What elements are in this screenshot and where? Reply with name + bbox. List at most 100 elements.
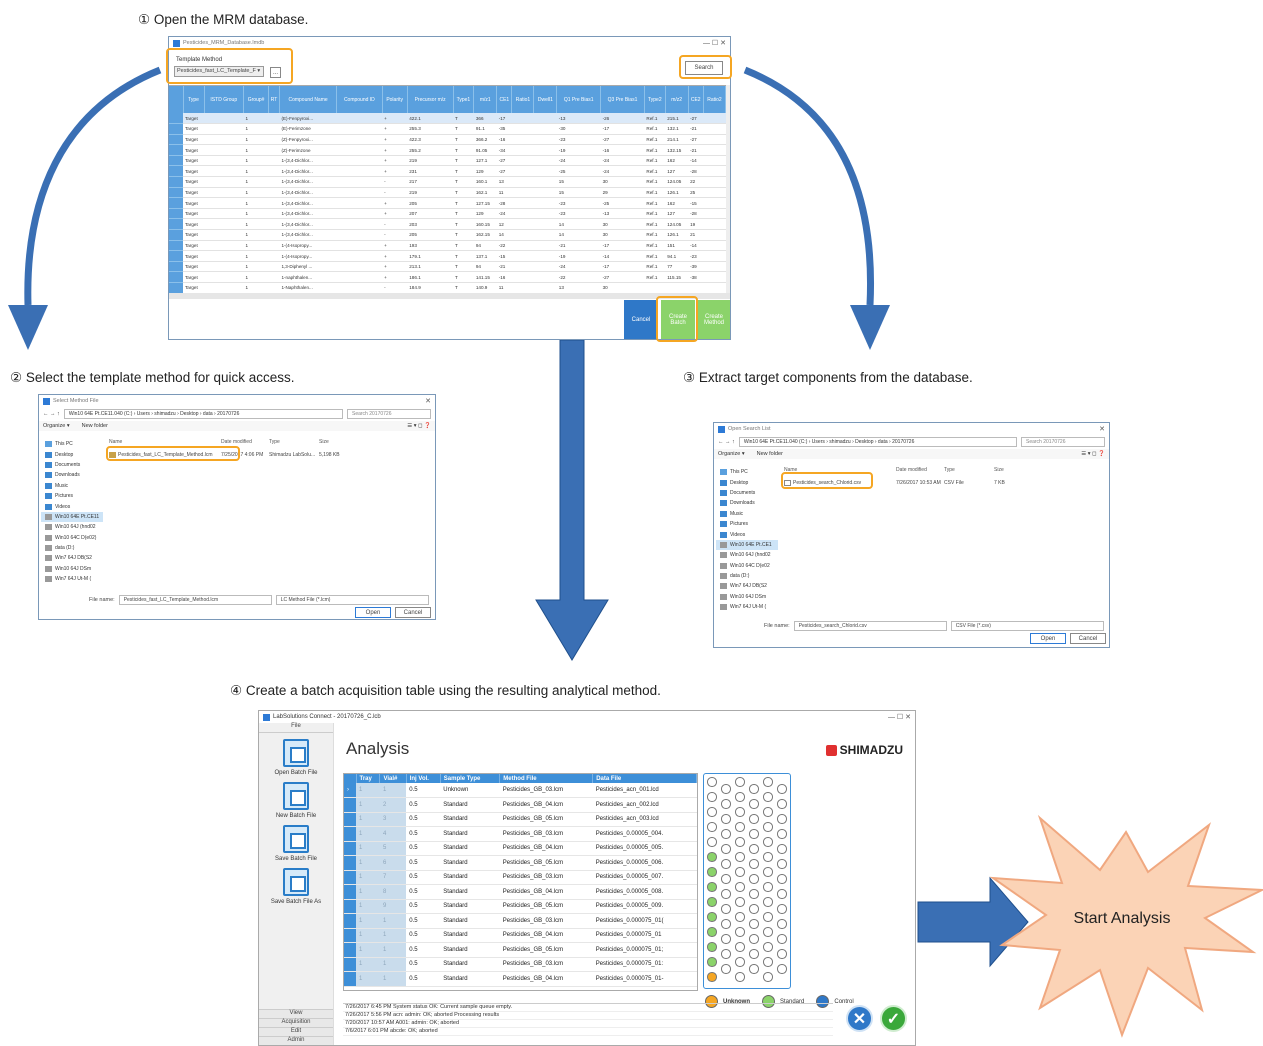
batch-col-header[interactable]: Method File — [499, 774, 594, 783]
sidebar-batch-button[interactable]: Save Batch File As — [259, 868, 333, 905]
table-row[interactable]: 1 7 0.5 Standard Pesticides_GB_03.lcm Pestici… — [344, 870, 697, 885]
table-cell[interactable] — [204, 208, 244, 220]
batch-col-header[interactable]: Vial# — [379, 774, 407, 783]
open-button[interactable]: Open — [1030, 633, 1066, 644]
table-cell[interactable]: 186.1 — [407, 271, 453, 283]
table-cell[interactable]: T — [453, 229, 474, 241]
table-cell[interactable] — [511, 187, 534, 199]
table-cell[interactable]: Ref.1 — [644, 271, 666, 283]
ok-circle-button[interactable]: ✓ — [880, 1005, 907, 1032]
table-cell[interactable] — [336, 250, 383, 262]
table-cell[interactable]: Ref.1 — [644, 144, 666, 156]
address-bar[interactable]: Win10 64E Pt.CE11.040 (C:) › Users › shi… — [63, 409, 343, 419]
table-cell[interactable] — [533, 176, 557, 188]
table-cell[interactable] — [703, 282, 726, 293]
table-cell[interactable]: 22 — [688, 176, 704, 188]
table-cell[interactable]: 1 — [243, 197, 269, 209]
table-cell[interactable]: 14 — [556, 218, 601, 231]
table-cell[interactable] — [204, 187, 244, 199]
table-cell[interactable] — [204, 271, 244, 283]
table-row[interactable]: 1 1 0.5 Standard Pesticides_GB_04.lcm Pestici… — [344, 928, 697, 943]
table-cell[interactable]: Pesticides_GB_05.lcm — [499, 812, 593, 827]
cancel-button[interactable]: Cancel — [1070, 633, 1106, 644]
table-cell[interactable]: 21 — [688, 229, 704, 241]
table-cell[interactable] — [703, 155, 726, 167]
mrm-col-header[interactable]: RT — [268, 86, 280, 113]
table-cell[interactable]: T — [453, 144, 474, 156]
vial-position[interactable] — [763, 912, 773, 922]
vial-position[interactable] — [707, 777, 717, 787]
table-cell[interactable]: 1-(3,4-Dichlor... — [279, 218, 337, 231]
vial-position[interactable] — [749, 844, 759, 854]
vial-position[interactable] — [735, 777, 745, 787]
file-menu[interactable]: File — [259, 723, 333, 733]
vial-position[interactable] — [777, 904, 787, 914]
row-header[interactable] — [169, 208, 183, 220]
table-cell[interactable]: Pesticides_GB_05.lcm — [499, 942, 593, 958]
address-bar[interactable]: Win10 64E Pt.CE11.040 (C:) › Users › shi… — [738, 437, 1017, 447]
vial-position[interactable] — [707, 867, 717, 877]
table-cell[interactable]: + — [382, 123, 408, 135]
mrm-col-header[interactable]: Group# — [243, 86, 270, 113]
search-box[interactable]: Search 20170726 — [1021, 437, 1105, 447]
table-cell[interactable] — [533, 197, 557, 209]
table-cell[interactable] — [703, 123, 726, 135]
table-cell[interactable]: 77 — [665, 261, 689, 273]
table-cell[interactable] — [511, 282, 534, 293]
view-icon[interactable]: ☰ ▾ ◻ ❓ — [1081, 451, 1105, 457]
table-cell[interactable] — [268, 155, 280, 167]
table-cell[interactable]: 91.05 — [473, 144, 497, 156]
table-cell[interactable]: 203 — [407, 218, 453, 231]
table-cell[interactable]: -16 — [496, 134, 512, 146]
organize-button[interactable]: Organize ▾ — [718, 451, 745, 457]
table-cell[interactable]: (E)-Fenpyroxi... — [279, 113, 337, 125]
table-cell[interactable]: Standard — [440, 913, 500, 929]
table-cell[interactable]: -28 — [496, 197, 512, 209]
table-cell[interactable]: 126.1 — [665, 229, 689, 241]
vial-position[interactable] — [721, 799, 731, 809]
table-cell[interactable]: -27 — [496, 165, 512, 178]
table-cell[interactable] — [204, 229, 244, 241]
table-cell[interactable] — [533, 250, 557, 262]
table-cell[interactable] — [336, 282, 383, 293]
table-cell[interactable] — [703, 187, 726, 199]
table-cell[interactable]: T — [453, 197, 474, 209]
table-cell[interactable]: 1 — [356, 855, 380, 871]
cancel-button[interactable]: Cancel — [395, 607, 431, 618]
table-cell[interactable]: -14 — [688, 155, 704, 167]
vial-position[interactable] — [749, 784, 759, 794]
table-cell[interactable]: -17 — [600, 261, 645, 273]
table-cell[interactable] — [533, 113, 557, 125]
table-cell[interactable]: T — [453, 123, 474, 135]
table-cell[interactable]: Standard — [440, 928, 500, 943]
vial-position[interactable] — [735, 942, 745, 952]
sidebar-menu-item[interactable]: Admin — [259, 1036, 333, 1045]
table-cell[interactable]: 30 — [600, 282, 645, 293]
table-cell[interactable]: + — [382, 134, 408, 146]
table-cell[interactable] — [204, 165, 244, 178]
vial-position[interactable] — [763, 882, 773, 892]
table-cell[interactable]: T — [453, 176, 474, 188]
nav-item[interactable]: Win7 64J Ut-M ( — [41, 574, 103, 584]
file-row-csv[interactable]: Pesticides_search_Chlorid.csv 7/26/2017 … — [784, 477, 1105, 488]
table-cell[interactable]: - — [382, 218, 408, 231]
start-analysis-label[interactable]: Start Analysis — [1052, 910, 1192, 928]
table-cell[interactable]: 1 — [356, 942, 380, 958]
table-cell[interactable] — [336, 155, 383, 167]
table-cell[interactable]: 12 — [496, 218, 512, 231]
table-cell[interactable] — [533, 271, 557, 283]
vial-position[interactable] — [777, 844, 787, 854]
table-cell[interactable] — [336, 176, 383, 188]
vial-position[interactable] — [777, 934, 787, 944]
vial-position[interactable] — [763, 777, 773, 787]
sidebar-menu-item[interactable]: View — [259, 1009, 333, 1018]
table-cell[interactable]: -14 — [688, 240, 704, 252]
table-cell[interactable] — [268, 208, 280, 220]
row-header[interactable] — [344, 928, 356, 943]
table-cell[interactable] — [703, 240, 726, 252]
table-cell[interactable]: 1-(4-Isopropy... — [279, 240, 337, 252]
vial-position[interactable] — [777, 889, 787, 899]
table-cell[interactable] — [703, 218, 726, 231]
vial-position[interactable] — [763, 822, 773, 832]
table-cell[interactable]: Pesticides_GB_04.lcm — [499, 841, 593, 856]
